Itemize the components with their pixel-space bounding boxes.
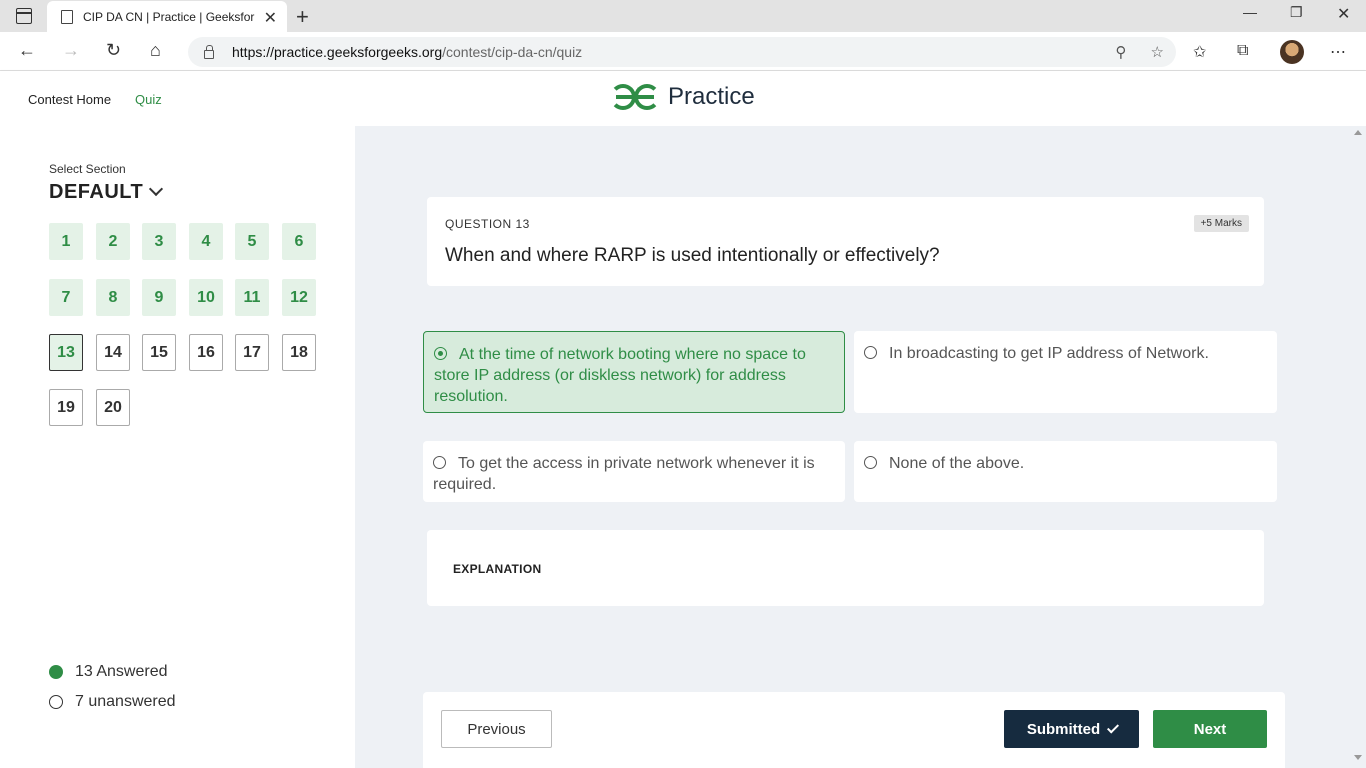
url-host: https://practice.geeksforgeeks.org (232, 44, 443, 60)
answered-count: 13 Answered (75, 663, 168, 680)
question-nav-19[interactable]: 19 (49, 389, 83, 426)
question-nav-2[interactable]: 2 (96, 223, 130, 260)
question-nav-8[interactable]: 8 (96, 279, 130, 316)
next-button[interactable]: Next (1153, 710, 1267, 748)
question-nav-5[interactable]: 5 (235, 223, 269, 260)
zoom-icon[interactable]: ⚲ (1115, 44, 1126, 61)
question-nav-11[interactable]: 11 (235, 279, 269, 316)
forward-icon[interactable]: → (62, 40, 80, 61)
home-icon[interactable]: ⌂ (150, 40, 161, 61)
select-section-label: Select Section (49, 162, 126, 176)
question-nav-13[interactable]: 13 (49, 334, 83, 371)
site-header: Contest Home Quiz Practice (0, 71, 1366, 126)
browser-toolbar: ← → ↻ ⌂ https://practice.geeksforgeeks.o… (0, 32, 1366, 71)
option-3-text: To get the access in private network whe… (433, 455, 815, 493)
navigation-footer: Previous Submitted Next (423, 692, 1285, 768)
radio-icon[interactable] (433, 456, 446, 469)
collections-icon[interactable]: ⧉ (1237, 42, 1248, 60)
question-nav-18[interactable]: 18 (282, 334, 316, 371)
question-nav-15[interactable]: 15 (142, 334, 176, 371)
question-sidebar: Select Section DEFAULT 1 2 3 4 5 6 7 8 9 10 11 12 13… (0, 126, 355, 768)
radio-selected-icon[interactable] (434, 347, 447, 360)
minimize-icon[interactable]: — (1243, 4, 1257, 20)
question-nav-20[interactable]: 20 (96, 389, 130, 426)
sidebar-toggle-icon[interactable] (16, 8, 32, 24)
tab-close-icon[interactable]: ✕ (264, 8, 277, 28)
more-icon[interactable]: ⋯ (1330, 42, 1346, 62)
browser-tab[interactable]: CIP DA CN | Practice | GeeksforG ✕ (47, 1, 287, 32)
option-4-text: None of the above. (889, 455, 1025, 472)
question-nav-9[interactable]: 9 (142, 279, 176, 316)
question-nav-4[interactable]: 4 (189, 223, 223, 260)
question-text: When and where RARP is used intentionall… (445, 245, 940, 266)
submitted-label: Submitted (1026, 720, 1101, 738)
url-path: /contest/cip-da-cn/quiz (442, 44, 583, 60)
gfg-logo-icon (610, 84, 660, 110)
option-1-text: At the time of network booting where no … (434, 346, 806, 405)
explanation-card: EXPLANATION (427, 530, 1264, 606)
explanation-title: EXPLANATION (453, 562, 542, 576)
tab-title: CIP DA CN | Practice | GeeksforG (83, 9, 255, 24)
scroll-up-arrow[interactable] (1354, 130, 1362, 135)
marks-badge: +5 Marks (1193, 215, 1249, 232)
quiz-main: QUESTION 13 +5 Marks When and where RARP… (355, 126, 1366, 768)
option-2[interactable]: In broadcasting to get IP address of Net… (854, 331, 1277, 413)
option-3[interactable]: To get the access in private network whe… (423, 441, 845, 502)
page-icon (61, 9, 73, 24)
restore-icon[interactable]: ❐ (1290, 4, 1303, 21)
add-favorite-icon[interactable]: ☆ (1151, 44, 1164, 61)
answered-legend: 13 Answered (49, 663, 168, 681)
scroll-down-arrow[interactable] (1354, 755, 1362, 760)
check-icon (1107, 720, 1120, 734)
section-dropdown[interactable]: DEFAULT (49, 181, 143, 204)
back-icon[interactable]: ← (18, 40, 36, 61)
question-nav-3[interactable]: 3 (142, 223, 176, 260)
refresh-icon[interactable]: ↻ (106, 40, 121, 61)
quiz-link[interactable]: Quiz (135, 92, 162, 107)
question-number: QUESTION 13 (445, 217, 530, 231)
close-window-icon[interactable]: ✕ (1337, 4, 1350, 24)
answered-dot-icon (49, 665, 63, 679)
option-2-text: In broadcasting to get IP address of Net… (889, 345, 1209, 362)
contest-home-link[interactable]: Contest Home (28, 92, 111, 107)
question-nav-17[interactable]: 17 (235, 334, 269, 371)
unanswered-count: 7 unanswered (75, 693, 176, 710)
address-bar[interactable]: https://practice.geeksforgeeks.org/conte… (188, 37, 1176, 67)
new-tab-button[interactable]: + (296, 4, 309, 30)
browser-tab-bar: CIP DA CN | Practice | GeeksforG ✕ + — ❐… (0, 0, 1366, 32)
question-nav-1[interactable]: 1 (49, 223, 83, 260)
favorites-icon[interactable]: ✩ (1193, 42, 1206, 62)
unanswered-legend: 7 unanswered (49, 693, 176, 711)
chevron-down-icon[interactable] (148, 181, 164, 197)
question-nav-12[interactable]: 12 (282, 279, 316, 316)
lock-icon[interactable] (204, 44, 214, 59)
question-nav-10[interactable]: 10 (189, 279, 223, 316)
profile-avatar[interactable] (1280, 40, 1304, 64)
unanswered-dot-icon (49, 695, 63, 709)
question-nav-16[interactable]: 16 (189, 334, 223, 371)
logo-text: Practice (668, 83, 755, 110)
option-1[interactable]: At the time of network booting where no … (423, 331, 845, 413)
question-nav-7[interactable]: 7 (49, 279, 83, 316)
option-4[interactable]: None of the above. (854, 441, 1277, 502)
submitted-button[interactable]: Submitted (1004, 710, 1139, 748)
radio-icon[interactable] (864, 456, 877, 469)
gfg-logo[interactable]: Practice (610, 83, 755, 111)
radio-icon[interactable] (864, 346, 877, 359)
previous-button[interactable]: Previous (441, 710, 552, 748)
question-nav-6[interactable]: 6 (282, 223, 316, 260)
question-nav-14[interactable]: 14 (96, 334, 130, 371)
question-card: QUESTION 13 +5 Marks When and where RARP… (427, 197, 1264, 286)
